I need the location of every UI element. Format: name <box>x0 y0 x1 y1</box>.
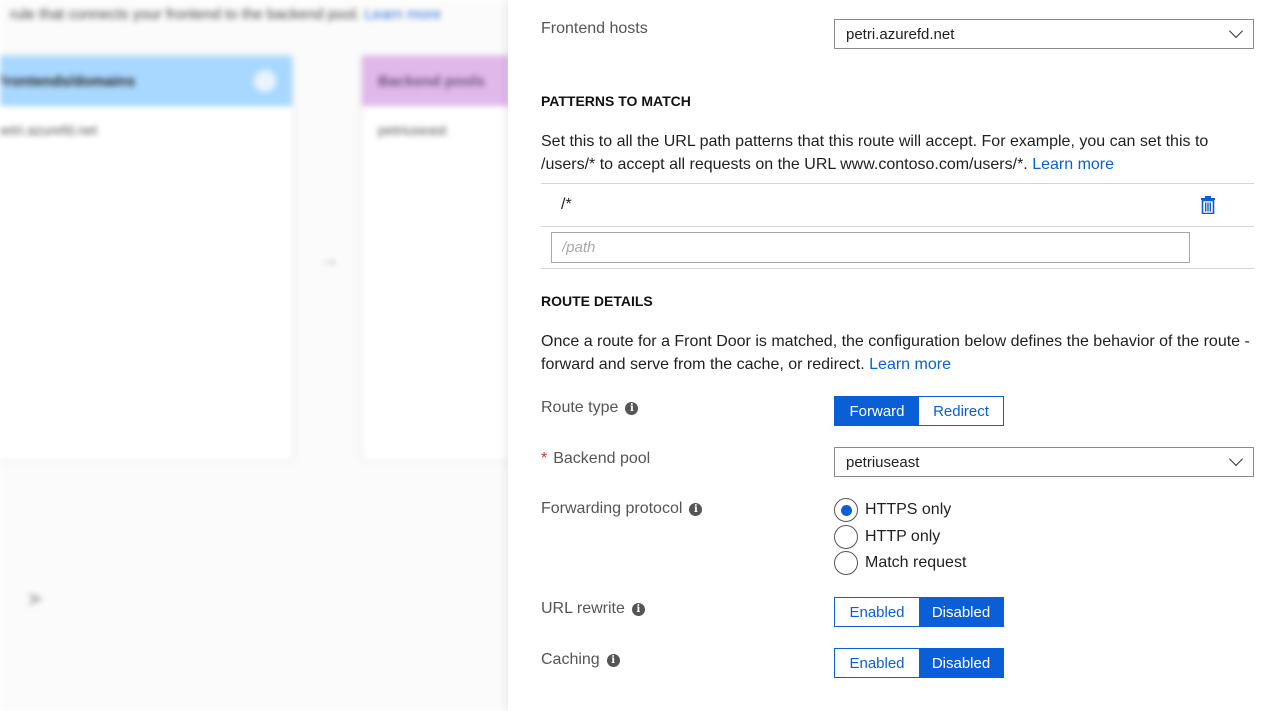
frontend-card[interactable]: Frontends/domains petri.azurefd.net <box>0 56 292 460</box>
frontend-card-item[interactable]: petri.azurefd.net <box>0 106 292 154</box>
info-icon[interactable]: i <box>631 602 645 616</box>
designer-intro: rule that connects your frontend to the … <box>10 6 442 23</box>
chevron-down-icon <box>1228 451 1244 467</box>
radio-unselected-icon[interactable] <box>834 551 858 576</box>
route-details-description: Once a route for a Front Door is matched… <box>541 333 1250 373</box>
radio-selected-icon[interactable] <box>834 498 858 523</box>
info-icon[interactable]: i <box>625 401 639 415</box>
chevron-down-icon <box>1228 23 1244 39</box>
backend-card[interactable]: Backend pools petriuseast <box>362 56 510 460</box>
route-type-forward-option[interactable]: Forward <box>835 397 919 425</box>
frontend-card-header: Frontends/domains <box>0 56 292 106</box>
caching-disabled-option[interactable]: Disabled <box>919 649 1003 677</box>
designer-learn-more-link[interactable]: Learn more <box>364 6 441 23</box>
caching-toggle: Enabled Disabled <box>834 648 1004 678</box>
new-pattern-row <box>541 226 1254 269</box>
radio-https-only[interactable]: HTTPS only <box>834 497 966 524</box>
route-type-label: Route type i <box>541 399 639 417</box>
pattern-value: /* <box>561 196 572 213</box>
url-rewrite-label: URL rewrite i <box>541 600 645 618</box>
caching-label: Caching i <box>541 651 620 669</box>
forwarding-protocol-radio-group: HTTPS only HTTP only Match request <box>834 497 966 577</box>
pattern-row: /* <box>541 183 1254 226</box>
radio-unselected-icon[interactable] <box>834 524 858 549</box>
new-pattern-input[interactable] <box>551 232 1190 263</box>
mouse-cursor-icon: ➤ <box>26 586 45 611</box>
required-indicator: * <box>541 450 548 467</box>
radio-match-request[interactable]: Match request <box>834 550 966 577</box>
patterns-table: /* <box>541 183 1254 269</box>
add-frontend-icon[interactable] <box>254 70 276 92</box>
route-type-toggle: Forward Redirect <box>834 396 1004 426</box>
info-icon[interactable]: i <box>606 653 620 667</box>
arrow-right-icon: → <box>318 246 340 271</box>
backend-pool-label: * Backend pool <box>541 450 651 467</box>
designer-background: rule that connects your frontend to the … <box>0 0 510 711</box>
radio-http-only[interactable]: HTTP only <box>834 524 966 551</box>
patterns-description: Set this to all the URL path patterns th… <box>541 133 1209 173</box>
url-rewrite-disabled-option[interactable]: Disabled <box>919 598 1003 626</box>
caching-enabled-option[interactable]: Enabled <box>835 649 919 677</box>
route-details-learn-more-link[interactable]: Learn more <box>869 356 951 373</box>
url-rewrite-toggle: Enabled Disabled <box>834 597 1004 627</box>
add-rule-panel: Frontend hosts petri.azurefd.net PATTERN… <box>508 0 1280 711</box>
patterns-learn-more-link[interactable]: Learn more <box>1032 156 1114 173</box>
forwarding-protocol-label: Forwarding protocol i <box>541 500 703 518</box>
info-icon[interactable]: i <box>689 502 703 516</box>
route-details-section-title: ROUTE DETAILS <box>541 293 653 309</box>
trash-icon[interactable] <box>1200 196 1216 215</box>
url-rewrite-enabled-option[interactable]: Enabled <box>835 598 919 626</box>
backend-pool-select[interactable]: petriuseast <box>834 447 1254 477</box>
route-type-redirect-option[interactable]: Redirect <box>919 397 1003 425</box>
backend-card-header: Backend pools <box>362 56 510 106</box>
frontend-hosts-select[interactable]: petri.azurefd.net <box>834 19 1254 49</box>
patterns-section-title: PATTERNS TO MATCH <box>541 93 691 109</box>
backend-card-item[interactable]: petriuseast <box>362 106 510 154</box>
frontend-hosts-label: Frontend hosts <box>541 20 648 37</box>
